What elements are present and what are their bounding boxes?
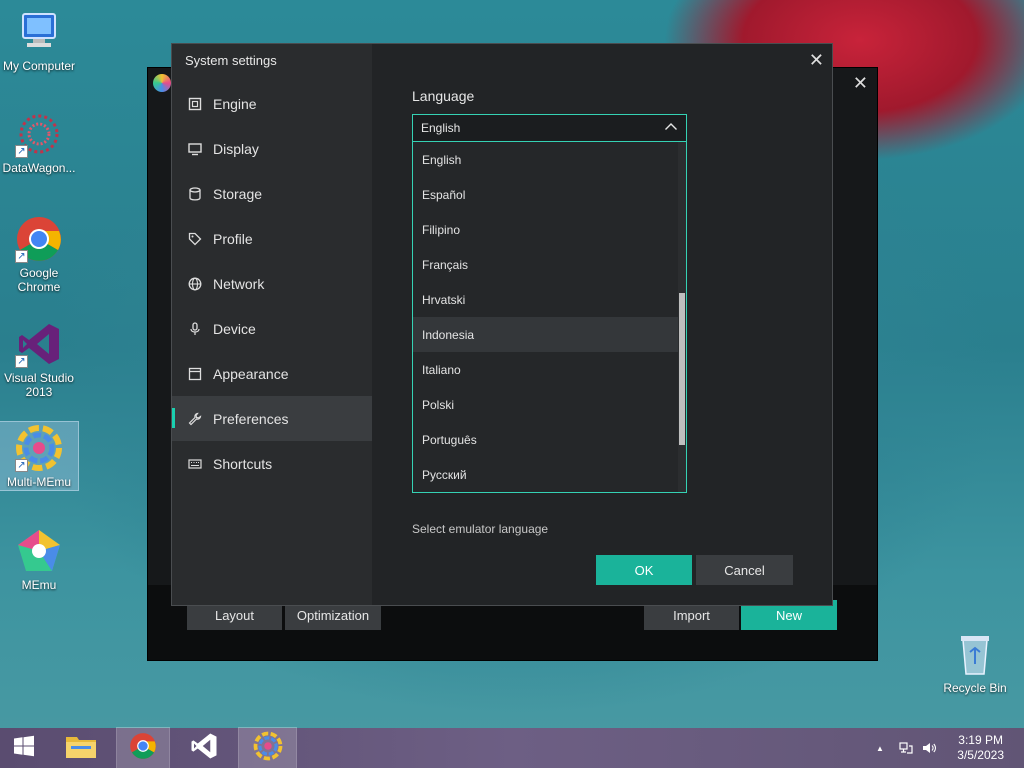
multi-memu-icon [253,731,283,766]
nav-item-label: Device [213,320,256,337]
nav-item-shortcuts[interactable]: Shortcuts [172,441,372,486]
computer-icon [15,8,63,56]
language-option[interactable]: Português [413,422,686,457]
nav-item-network[interactable]: Network [172,261,372,306]
visual-studio-icon [189,731,219,766]
visual-studio-icon: ↗ [15,320,63,368]
taskbar-clock[interactable]: 3:19 PM 3/5/2023 [957,733,1004,763]
clock-date: 3/5/2023 [957,748,1004,762]
chevron-up-icon [663,119,679,138]
memu-icon [15,527,63,575]
nav-item-appearance[interactable]: Appearance [172,351,372,396]
nav-item-preferences[interactable]: Preferences [172,396,372,441]
database-icon [187,186,203,202]
language-option[interactable]: Filipino [413,212,686,247]
system-settings-dialog: System settings Engine Display Storage P… [171,43,833,606]
desktop-icon-memu[interactable]: MEmu [0,527,78,592]
language-option[interactable]: Русский [413,457,686,492]
taskbar-chrome[interactable] [116,727,170,768]
tag-icon [187,231,203,247]
taskbar: ▲ 3:19 PM 3/5/2023 [0,727,1024,768]
language-option[interactable]: Polski [413,387,686,422]
language-option[interactable]: Italiano [413,352,686,387]
desktop-icon-label: Multi-MEmu [6,475,71,489]
language-hint: Select emulator language [412,522,549,536]
desktop-icon-recycle-bin[interactable]: Recycle Bin [936,630,1014,695]
taskbar-multi-memu[interactable] [238,727,297,768]
chip-icon [187,96,203,112]
nav-item-label: Network [213,275,265,292]
language-selected-value: English [421,121,461,135]
multi-memu-icon: ↗ [15,424,63,472]
desktop-icon-label: MEmu [21,578,57,592]
language-select[interactable]: English [412,114,687,142]
wrench-icon [187,411,203,427]
desktop-icon-label: Recycle Bin [943,681,1007,695]
desktop-icon-label: Google Chrome [17,266,61,294]
shortcut-arrow-icon: ↗ [15,355,28,368]
volume-icon[interactable] [921,740,937,759]
nav-item-label: Profile [213,230,253,247]
nav-item-label: Storage [213,185,263,202]
language-option-hovered[interactable]: Indonesia [413,317,686,352]
language-option[interactable]: Français [413,247,686,282]
folder-icon [65,733,97,764]
language-option[interactable]: English [413,142,686,177]
language-option[interactable]: Español [413,177,686,212]
taskbar-file-explorer[interactable] [55,728,107,768]
show-hidden-icons-arrow[interactable]: ▲ [876,744,884,753]
window-icon [187,366,203,382]
network-icon[interactable] [898,740,914,759]
nav-item-label: Display [213,140,259,157]
chrome-icon: ↗ [15,215,63,263]
dropdown-scrollbar[interactable] [678,142,686,492]
language-dropdown-list: English Español Filipino Français Hrvats… [412,142,687,493]
nav-item-label: Shortcuts [213,455,273,472]
language-option[interactable]: Hrvatski [413,282,686,317]
nav-item-storage[interactable]: Storage [172,171,372,216]
clock-time: 3:19 PM [958,733,1003,747]
dialog-close-icon[interactable]: ✕ [809,50,824,71]
globe-icon [187,276,203,292]
dialog-title: System settings [185,53,277,68]
nav-item-label: Appearance [213,365,289,382]
shortcut-arrow-icon: ↗ [15,459,28,472]
shortcut-arrow-icon: ↗ [15,145,28,158]
cancel-button[interactable]: Cancel [696,555,793,585]
desktop-icon-chrome[interactable]: ↗ Google Chrome [0,215,78,294]
nav-item-display[interactable]: Display [172,126,372,171]
microphone-icon [187,321,203,337]
start-button[interactable] [0,728,48,768]
taskbar-visual-studio[interactable] [178,728,230,768]
datawagon-icon: ↗ [15,110,63,158]
shortcut-arrow-icon: ↗ [15,250,28,263]
dropdown-scroll-thumb[interactable] [679,293,685,445]
nav-item-engine[interactable]: Engine [172,81,372,126]
nav-item-label: Preferences [213,410,289,427]
desktop-icon-visual-studio[interactable]: ↗ Visual Studio 2013 [0,320,78,399]
ok-button[interactable]: OK [596,555,692,585]
desktop-icon-my-computer[interactable]: My Computer [0,8,78,73]
desktop-icon-datawagon[interactable]: ↗ DataWagon... [0,110,78,175]
windows-logo-icon [13,735,35,762]
chrome-icon [129,732,157,765]
recycle-bin-icon [951,630,999,678]
nav-item-device[interactable]: Device [172,306,372,351]
nav-item-profile[interactable]: Profile [172,216,372,261]
language-label: Language [412,88,475,104]
settings-sidebar: System settings Engine Display Storage P… [172,44,372,605]
nav-item-label: Engine [213,95,257,112]
app-logo-icon [153,74,171,92]
desktop-icon-label: My Computer [2,59,76,73]
desktop-icon-label: DataWagon... [2,161,76,175]
monitor-icon [187,141,203,157]
desktop-icon-multi-memu[interactable]: ↗ Multi-MEmu [0,421,79,491]
main-window-close-icon[interactable]: ✕ [853,73,868,94]
keyboard-icon [187,456,203,472]
desktop-icon-label: Visual Studio 2013 [4,371,74,399]
